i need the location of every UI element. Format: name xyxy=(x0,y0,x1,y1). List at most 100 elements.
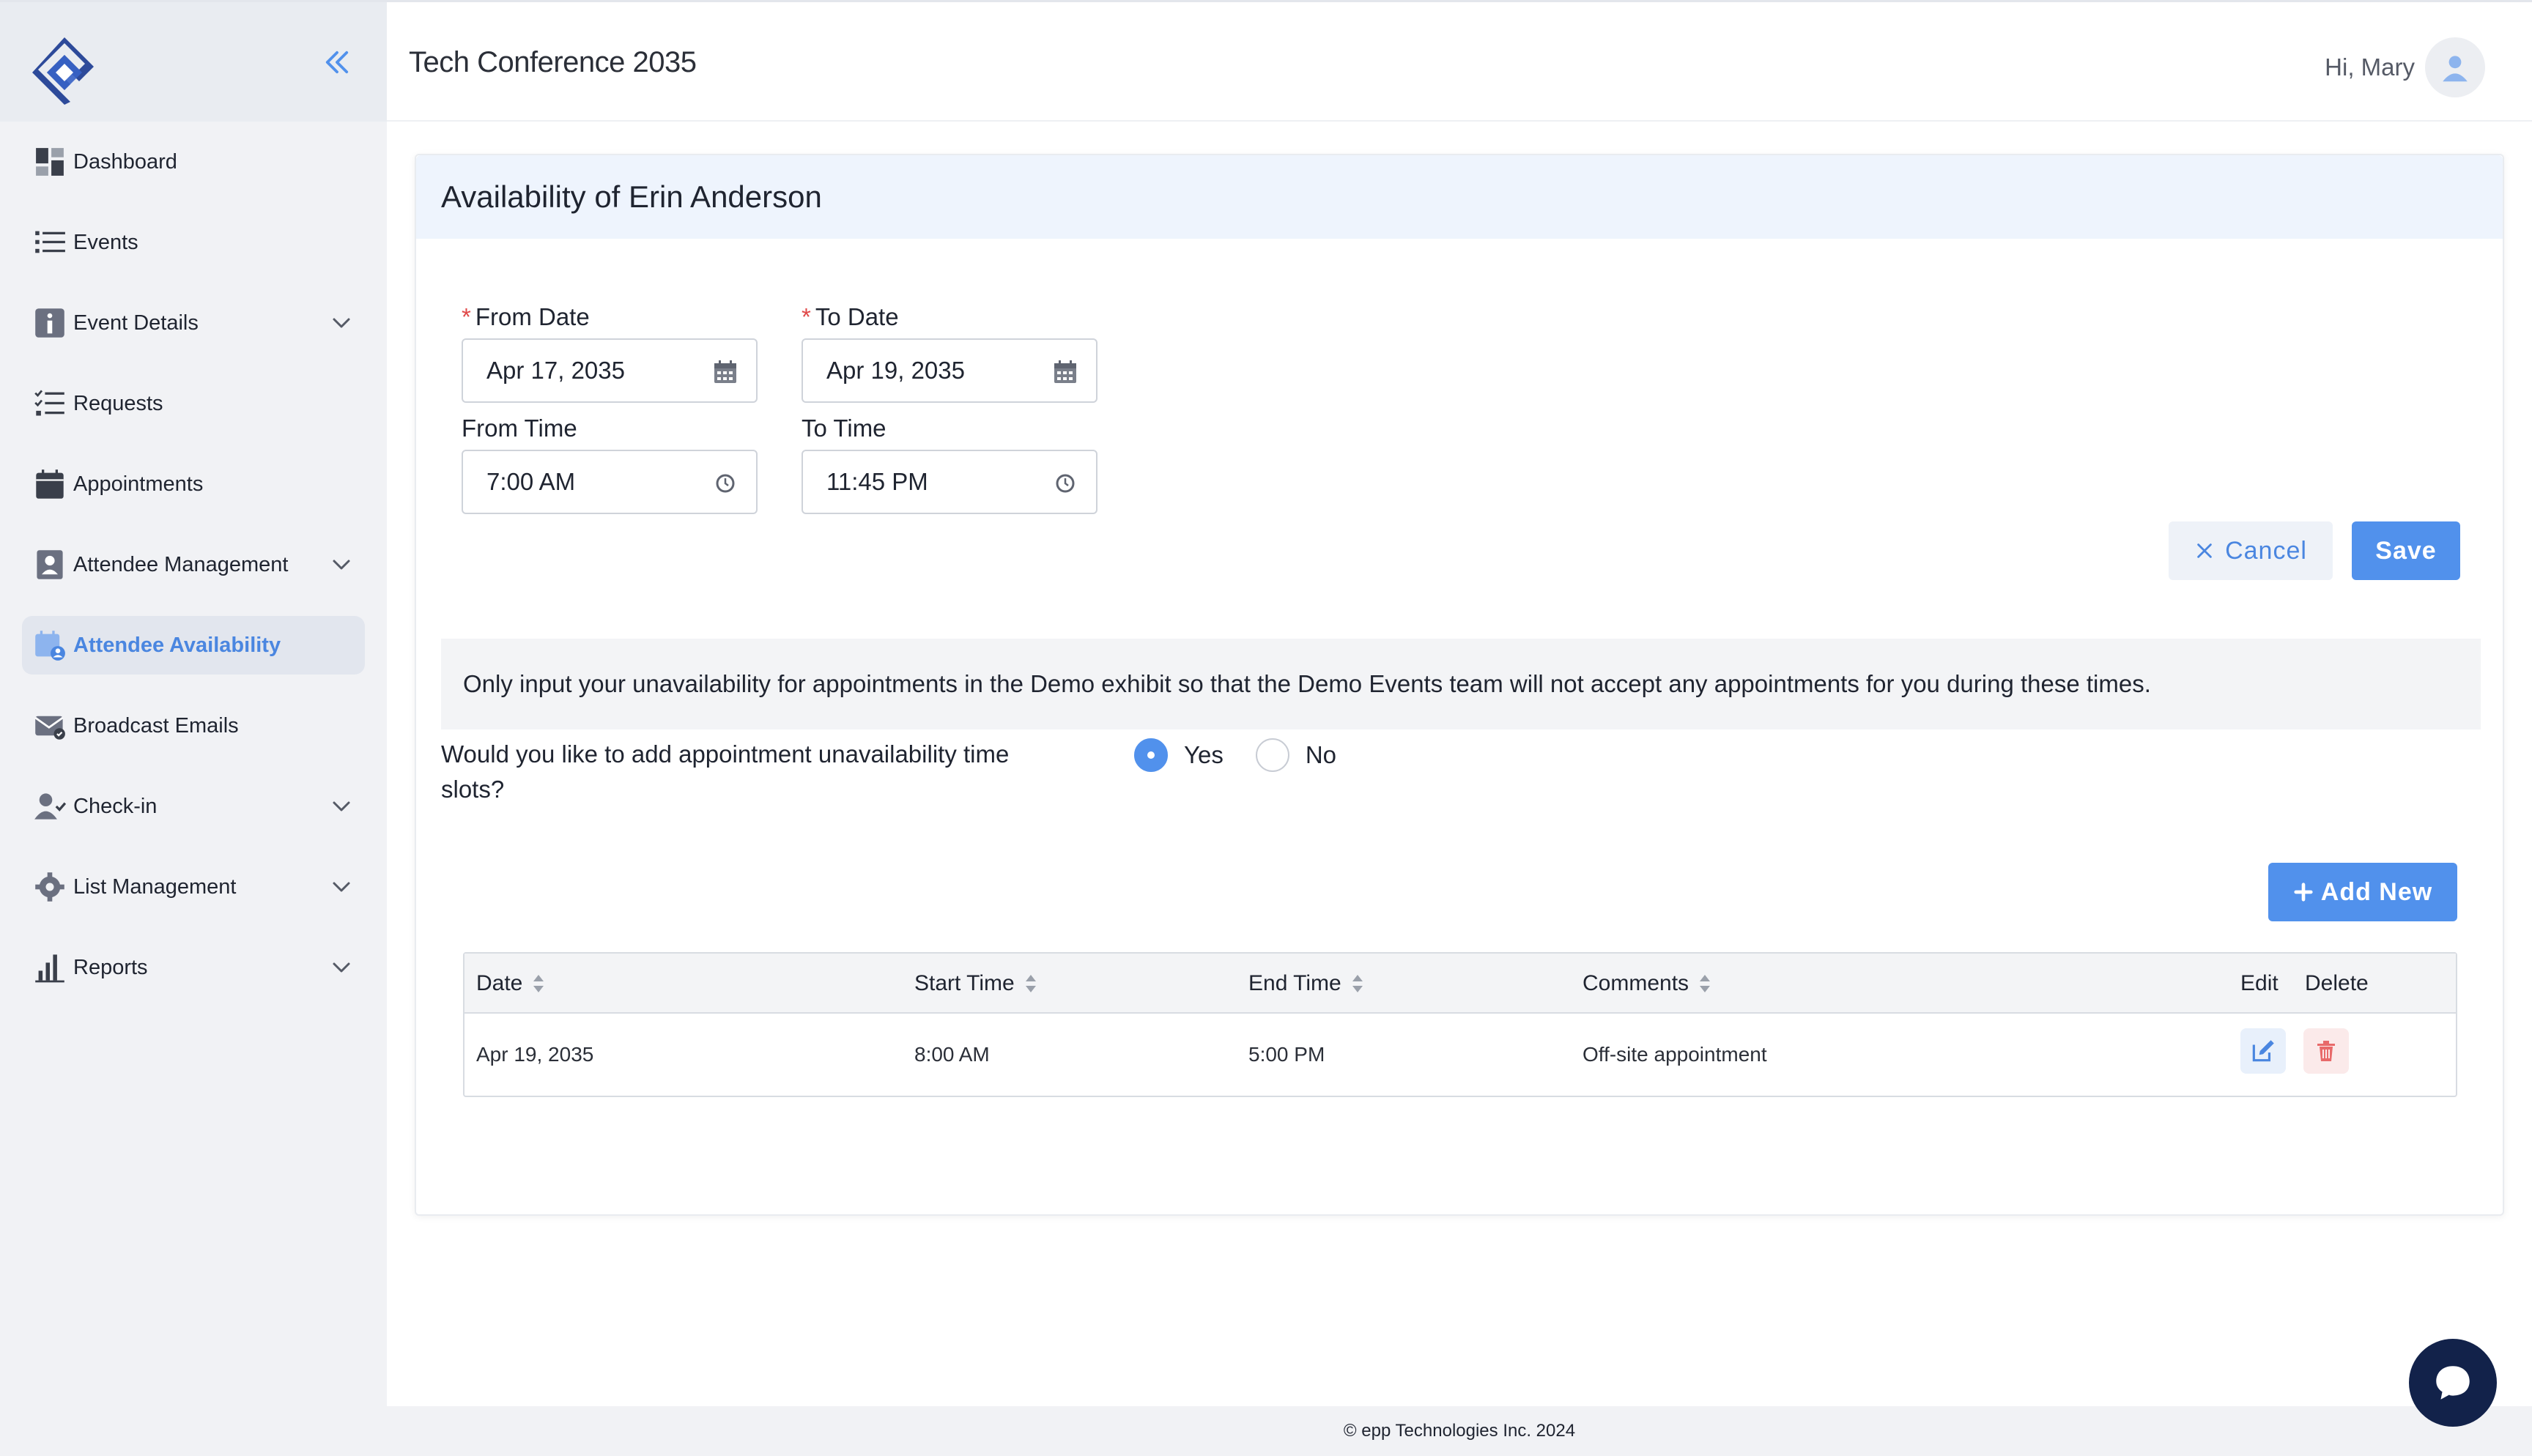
unavailability-table: Date Start Time End Time Comments Edit D… xyxy=(463,952,2457,1097)
calendar-icon[interactable] xyxy=(1052,359,1078,385)
chevron-down-icon[interactable] xyxy=(328,793,355,820)
dashboard-icon xyxy=(32,144,67,179)
column-header-start-time[interactable]: Start Time xyxy=(914,954,1038,1014)
column-header-delete: Delete xyxy=(2305,954,2369,1014)
sort-icon xyxy=(1352,975,1363,992)
radio-yes-circle[interactable] xyxy=(1134,738,1168,772)
delete-row-button[interactable] xyxy=(2303,1028,2349,1074)
gear-icon xyxy=(32,869,67,905)
sidebar-item-label: List Management xyxy=(73,874,237,899)
chevron-down-icon[interactable] xyxy=(328,874,355,900)
to-time-value: 11:45 PM xyxy=(826,468,928,495)
column-header-comments[interactable]: Comments xyxy=(1582,954,1712,1014)
sidebar-item-label: Dashboard xyxy=(73,149,177,174)
to-time-field[interactable]: 11:45 PM xyxy=(802,450,1097,514)
column-header-label: Edit xyxy=(2240,971,2279,995)
from-date-label-text: From Date xyxy=(475,303,590,330)
sidebar-item-label: Appointments xyxy=(73,472,204,496)
from-date-value: Apr 17, 2035 xyxy=(486,357,625,384)
sort-icon xyxy=(533,975,544,992)
mail-icon xyxy=(32,708,67,743)
radio-yes-label: Yes xyxy=(1184,741,1224,768)
sidebar-nav: Dashboard Events Event Details Requests xyxy=(22,133,365,1019)
cancel-button-label: Cancel xyxy=(2225,536,2307,565)
table-header: Date Start Time End Time Comments Edit D… xyxy=(464,954,2456,1014)
column-header-label: Date xyxy=(476,971,523,995)
page-title: Availability of Erin Anderson xyxy=(441,179,822,214)
cell-start-time: 8:00 AM xyxy=(914,1043,990,1066)
notice-text: Only input your unavailability for appoi… xyxy=(463,670,2151,697)
column-header-end-time[interactable]: End Time xyxy=(1248,954,1365,1014)
to-time-label: To Time xyxy=(802,415,886,442)
plus-icon xyxy=(2294,883,2313,902)
collapse-sidebar-button[interactable] xyxy=(315,40,359,84)
checklist-icon xyxy=(32,386,67,421)
save-button[interactable]: Save xyxy=(2352,521,2460,580)
clock-icon[interactable] xyxy=(1052,470,1078,497)
edit-row-button[interactable] xyxy=(2240,1028,2286,1074)
required-asterisk: * xyxy=(802,303,811,330)
to-date-label: * To Date xyxy=(802,303,899,331)
trash-icon xyxy=(2317,1041,2335,1061)
sidebar-item-appointments[interactable]: Appointments xyxy=(22,455,365,513)
sidebar-item-events[interactable]: Events xyxy=(22,213,365,272)
sidebar-item-attendee-management[interactable]: Attendee Management xyxy=(22,535,365,594)
radio-no-circle[interactable] xyxy=(1255,738,1289,772)
list-icon xyxy=(32,225,67,260)
info-icon xyxy=(32,305,67,341)
chat-button[interactable] xyxy=(2409,1339,2497,1427)
column-header-date[interactable]: Date xyxy=(476,954,546,1014)
table-row: Apr 19, 2035 8:00 AM 5:00 PM Off-site ap… xyxy=(464,1014,2456,1096)
sidebar-item-event-details[interactable]: Event Details xyxy=(22,294,365,352)
add-new-button[interactable]: Add New xyxy=(2268,863,2457,921)
epp-logo[interactable] xyxy=(29,34,100,105)
pencil-icon xyxy=(2252,1040,2274,1062)
footer: © epp Technologies Inc. 2024 xyxy=(387,1406,2532,1456)
user-avatar[interactable] xyxy=(2425,37,2485,97)
sidebar-item-attendee-availability[interactable]: Attendee Availability xyxy=(22,616,365,675)
availability-card: Availability of Erin Anderson * From Date… xyxy=(415,154,2504,1216)
sidebar-item-label: Broadcast Emails xyxy=(73,713,239,738)
calendar-icon[interactable] xyxy=(712,359,738,385)
sidebar-item-check-in[interactable]: Check-in xyxy=(22,777,365,836)
add-new-button-label: Add New xyxy=(2320,877,2433,906)
from-date-label: * From Date xyxy=(462,303,590,331)
from-time-label: From Time xyxy=(462,415,577,442)
sidebar-item-label: Reports xyxy=(73,955,148,979)
top-header: Tech Conference 2035 Hi, Mary xyxy=(387,0,2532,122)
double-chevron-left-icon xyxy=(325,51,349,74)
chevron-down-icon[interactable] xyxy=(328,310,355,336)
save-button-label: Save xyxy=(2375,536,2437,565)
from-time-field[interactable]: 7:00 AM xyxy=(462,450,758,514)
sidebar-item-label: Check-in xyxy=(73,794,158,818)
event-title: Tech Conference 2035 xyxy=(409,46,697,78)
chat-bubble-icon xyxy=(2436,1366,2470,1400)
sidebar-item-label: Attendee Availability xyxy=(73,633,281,657)
contact-card-icon xyxy=(32,547,67,582)
user-greeting: Hi, Mary xyxy=(2325,53,2415,81)
to-date-label-text: To Date xyxy=(815,303,899,330)
cancel-button[interactable]: Cancel xyxy=(2169,521,2333,580)
radio-no[interactable]: No xyxy=(1255,738,1337,772)
radio-yes[interactable]: Yes xyxy=(1134,738,1224,772)
chevron-down-icon[interactable] xyxy=(328,551,355,578)
unavailability-question: Would you like to add appointment unavai… xyxy=(441,740,1010,803)
sidebar-item-requests[interactable]: Requests xyxy=(22,374,365,433)
to-date-field[interactable]: Apr 19, 2035 xyxy=(802,338,1097,403)
clock-icon[interactable] xyxy=(712,470,738,497)
cell-date: Apr 19, 2035 xyxy=(476,1043,594,1066)
sort-icon xyxy=(1700,975,1711,992)
bar-chart-icon xyxy=(32,950,67,985)
sidebar-item-broadcast-emails[interactable]: Broadcast Emails xyxy=(22,697,365,755)
sidebar-item-list-management[interactable]: List Management xyxy=(22,858,365,916)
unavailability-radio-group: Yes No xyxy=(1134,737,1369,773)
from-date-field[interactable]: Apr 17, 2035 xyxy=(462,338,758,403)
sidebar-item-label: Events xyxy=(73,230,138,254)
sort-icon xyxy=(1025,975,1036,992)
cell-comments: Off-site appointment xyxy=(1582,1043,1767,1066)
sidebar-item-label: Attendee Management xyxy=(73,552,289,576)
chevron-down-icon[interactable] xyxy=(328,954,355,981)
radio-no-label: No xyxy=(1305,741,1337,768)
sidebar-item-reports[interactable]: Reports xyxy=(22,938,365,997)
sidebar-item-dashboard[interactable]: Dashboard xyxy=(22,133,365,191)
